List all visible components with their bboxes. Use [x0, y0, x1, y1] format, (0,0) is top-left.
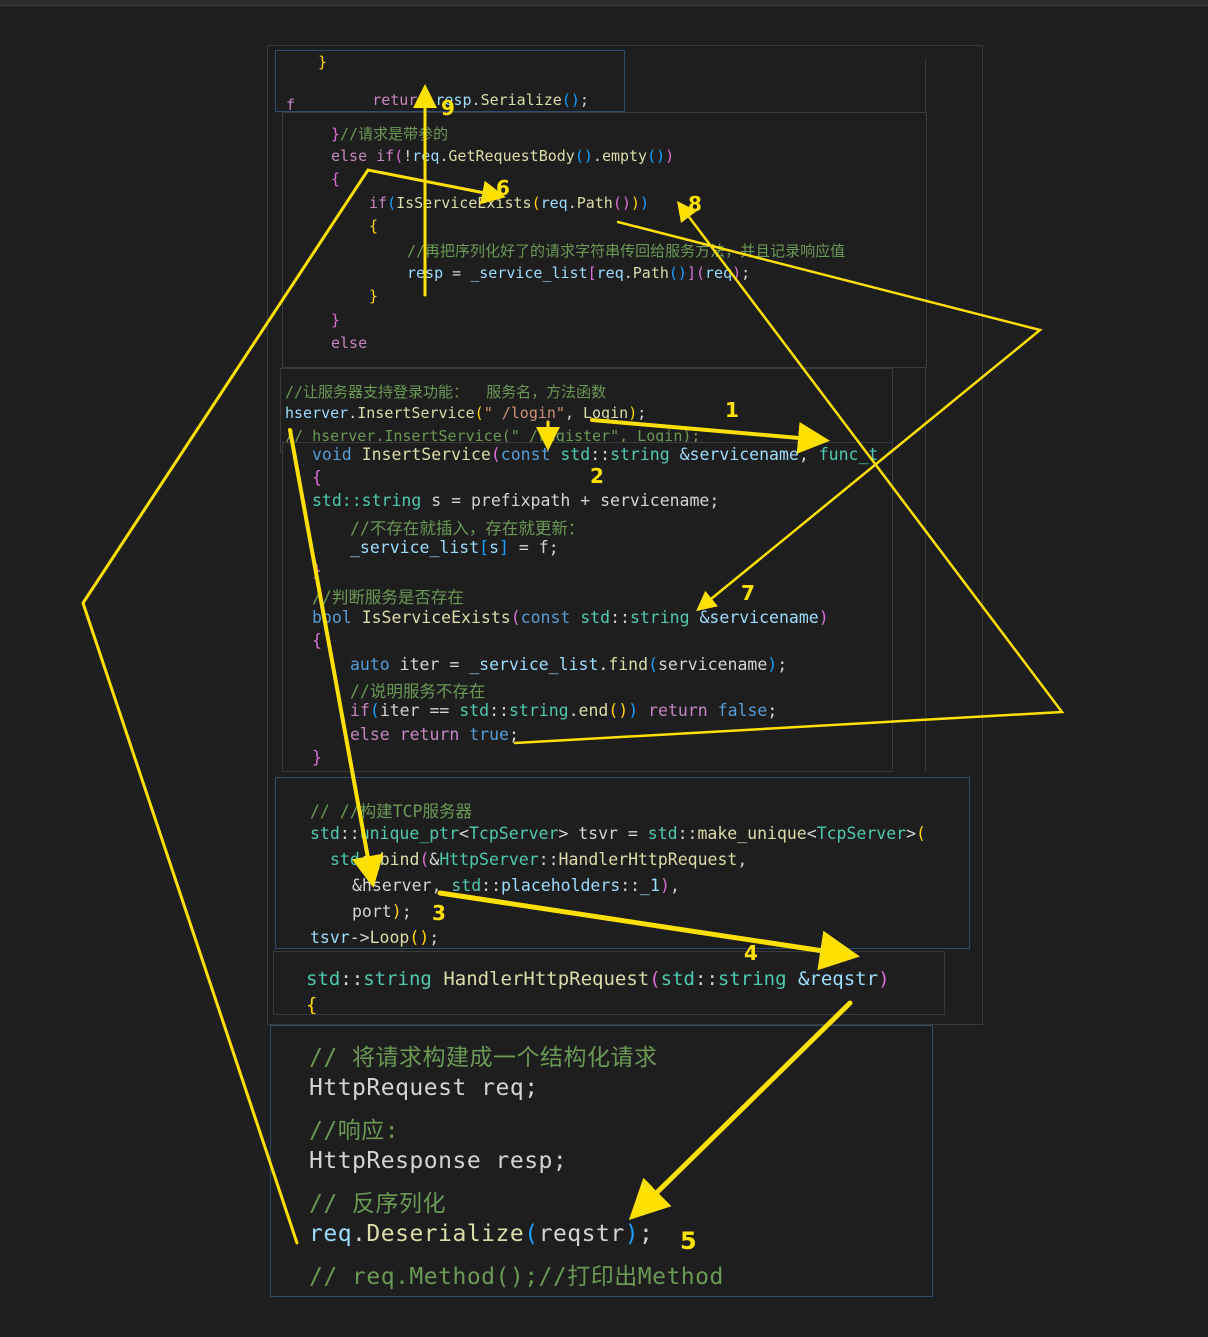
window-top-bar — [0, 0, 1208, 6]
step-number: 8 — [688, 192, 702, 216]
code-panel-insert-service: void InsertService(const std::string &se… — [282, 442, 893, 772]
code-token: return — [372, 91, 427, 109]
comment-line: // 反序列化 — [309, 1191, 447, 1217]
step-number: 1 — [725, 398, 739, 422]
step-number: 4 — [744, 941, 758, 965]
code-line: } — [318, 53, 328, 71]
comment-line: //说明服务不存在 — [350, 682, 486, 701]
comment-line: //再把序列化好了的请求字符串传回给服务方法，并且记录响应值 — [407, 242, 846, 260]
code-panel-register: //让服务器支持登录功能： 服务名，方法函数 hserver.InsertSer… — [280, 368, 893, 453]
step-number: 9 — [441, 96, 455, 120]
comment-line: // 将请求构建成一个结构化请求 — [309, 1045, 658, 1071]
code-panel-tcp-server: // //构建TCP服务器 std::unique_ptr<TcpServer>… — [275, 777, 970, 949]
step-number: 5 — [680, 1227, 697, 1255]
step-number: 2 — [590, 464, 604, 488]
code-panel-handler: std::string HandlerHttpRequest(std::stri… — [273, 951, 945, 1015]
comment-line: //不存在就插入，存在就更新： — [350, 519, 585, 538]
code-panel-deserialize: // 将请求构建成一个结构化请求 HttpRequest req; //响应: … — [270, 1025, 933, 1297]
comment-line: //让服务器支持登录功能： 服务名，方法函数 — [285, 383, 607, 401]
code-line: HttpResponse resp; — [309, 1148, 568, 1174]
comment-line: // req.Method();//打印出Method — [309, 1264, 724, 1290]
step-number: 3 — [432, 901, 446, 925]
code-line: HttpRequest req; — [309, 1075, 539, 1101]
step-number: 6 — [496, 176, 510, 200]
comment-line: //响应: — [309, 1118, 400, 1144]
comment-line: // //构建TCP服务器 — [310, 802, 472, 821]
step-number: 7 — [741, 581, 755, 605]
code-panel-body-request: }//请求是带参的 else if(!req.GetRequestBody().… — [282, 112, 927, 368]
comment-line: //判断服务是否存在 — [312, 588, 464, 607]
